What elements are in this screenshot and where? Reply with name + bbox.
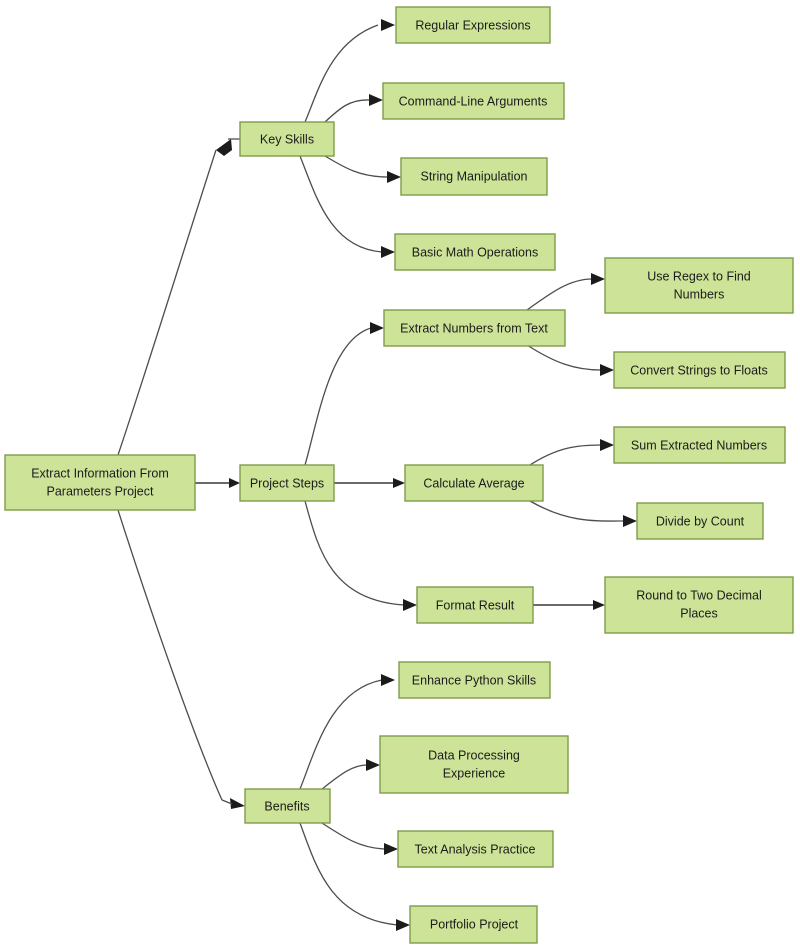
arrow-head-convert-strings (600, 364, 614, 376)
node-string-manipulation-label: String Manipulation (420, 169, 527, 183)
edge-benefits-to-text-analysis-practice (321, 822, 386, 850)
edge-calculate-average-to-divide-by-count (529, 500, 625, 522)
node-root-label-line2: Parameters Project (47, 484, 155, 498)
node-extract-numbers-from-text-label: Extract Numbers from Text (400, 321, 548, 335)
arrow-head-key-skills (216, 139, 232, 156)
node-divide-by-count-label: Divide by Count (656, 514, 745, 528)
node-divide-by-count[interactable]: Divide by Count (636, 502, 764, 540)
node-regular-expressions[interactable]: Regular Expressions (395, 6, 551, 44)
arrow-head-data-processing-experience (366, 759, 380, 771)
edge-extract-numbers-to-convert-strings (526, 344, 602, 371)
node-data-processing-label-line1: Data Processing (428, 748, 520, 762)
node-enhance-python-skills[interactable]: Enhance Python Skills (398, 661, 551, 699)
node-command-line-arguments[interactable]: Command-Line Arguments (382, 82, 565, 120)
arrow-head-enhance-python-skills (381, 674, 395, 686)
arrow-head-sum-extracted (600, 439, 614, 451)
node-basic-math-operations[interactable]: Basic Math Operations (394, 233, 556, 271)
mind-map-diagram: Extract Information From Parameters Proj… (0, 0, 800, 950)
node-root[interactable]: Extract Information From Parameters Proj… (4, 454, 196, 511)
node-extract-numbers-from-text[interactable]: Extract Numbers from Text (383, 309, 566, 347)
node-text-analysis-practice-label: Text Analysis Practice (415, 842, 536, 856)
node-data-processing-label-line2: Experience (443, 766, 506, 780)
node-string-manipulation[interactable]: String Manipulation (400, 157, 548, 196)
node-key-skills[interactable]: Key Skills (239, 121, 335, 157)
node-command-line-arguments-label: Command-Line Arguments (399, 94, 548, 108)
node-calculate-average-label: Calculate Average (423, 476, 524, 490)
node-project-steps[interactable]: Project Steps (239, 464, 335, 502)
node-project-steps-label: Project Steps (250, 476, 324, 490)
node-calculate-average[interactable]: Calculate Average (404, 464, 544, 502)
node-basic-math-operations-label: Basic Math Operations (412, 245, 538, 259)
node-round-label-line2: Places (680, 606, 718, 620)
node-format-result[interactable]: Format Result (416, 586, 534, 624)
node-key-skills-label: Key Skills (260, 132, 314, 146)
edge-key-skills-to-string-manipulation (324, 155, 389, 178)
edge-benefits-to-portfolio-project (299, 822, 398, 926)
node-layer: Extract Information From Parameters Proj… (4, 6, 794, 944)
node-round-to-two-decimal-places[interactable]: Round to Two Decimal Places (604, 576, 794, 634)
arrow-head-regular-expressions (381, 19, 395, 31)
arrow-head-portfolio-project (396, 919, 410, 931)
node-portfolio-project[interactable]: Portfolio Project (409, 905, 538, 944)
node-data-processing-experience[interactable]: Data Processing Experience (379, 735, 569, 794)
node-text-analysis-practice[interactable]: Text Analysis Practice (397, 830, 554, 868)
arrow-head-extract-numbers (370, 322, 384, 334)
edge-key-skills-to-command-line-arguments (324, 99, 371, 123)
edge-benefits-to-data-processing-experience (321, 764, 368, 790)
node-root-label-line1: Extract Information From (31, 466, 169, 480)
node-benefits[interactable]: Benefits (244, 788, 331, 824)
node-use-regex-to-find-numbers[interactable]: Use Regex to Find Numbers (604, 257, 794, 314)
node-sum-extracted-numbers-label: Sum Extracted Numbers (631, 438, 767, 452)
node-portfolio-project-label: Portfolio Project (430, 917, 519, 931)
node-format-result-label: Format Result (436, 598, 515, 612)
edge-project-steps-to-format-result (304, 500, 405, 606)
edge-root-to-benefits (117, 509, 223, 801)
arrow-head-command-line-arguments (369, 94, 383, 106)
node-convert-strings-to-floats-label: Convert Strings to Floats (630, 363, 768, 377)
arrow-head-use-regex (591, 273, 605, 285)
edge-layer (117, 19, 637, 931)
edge-root-to-key-skills (117, 149, 217, 456)
node-round-label-line1: Round to Two Decimal (636, 588, 762, 602)
edge-key-skills-to-basic-math-operations (299, 155, 383, 253)
arrow-head-calculate-average (393, 478, 405, 488)
node-enhance-python-skills-label: Enhance Python Skills (412, 673, 536, 687)
edge-extract-numbers-to-use-regex (526, 278, 593, 311)
arrow-head-text-analysis-practice (384, 843, 398, 855)
arrow-head-divide-by-count (623, 515, 637, 527)
arrow-head-round-to-two-decimal (593, 600, 605, 610)
node-regular-expressions-label: Regular Expressions (415, 18, 530, 32)
arrow-head-benefits (230, 798, 245, 809)
node-sum-extracted-numbers[interactable]: Sum Extracted Numbers (613, 426, 786, 464)
node-use-regex-label-line1: Use Regex to Find (647, 269, 751, 283)
edge-benefits-to-enhance-python-skills (299, 679, 383, 790)
node-benefits-label: Benefits (264, 799, 309, 813)
arrow-head-basic-math-operations (381, 246, 395, 258)
arrow-head-format-result (403, 599, 417, 611)
node-use-regex-label-line2: Numbers (674, 287, 725, 301)
arrow-head-project-steps (229, 478, 240, 488)
edge-project-steps-to-extract-numbers (304, 327, 372, 466)
edge-calculate-average-to-sum-extracted (529, 444, 602, 466)
arrow-head-string-manipulation (387, 171, 401, 183)
node-convert-strings-to-floats[interactable]: Convert Strings to Floats (613, 351, 786, 389)
